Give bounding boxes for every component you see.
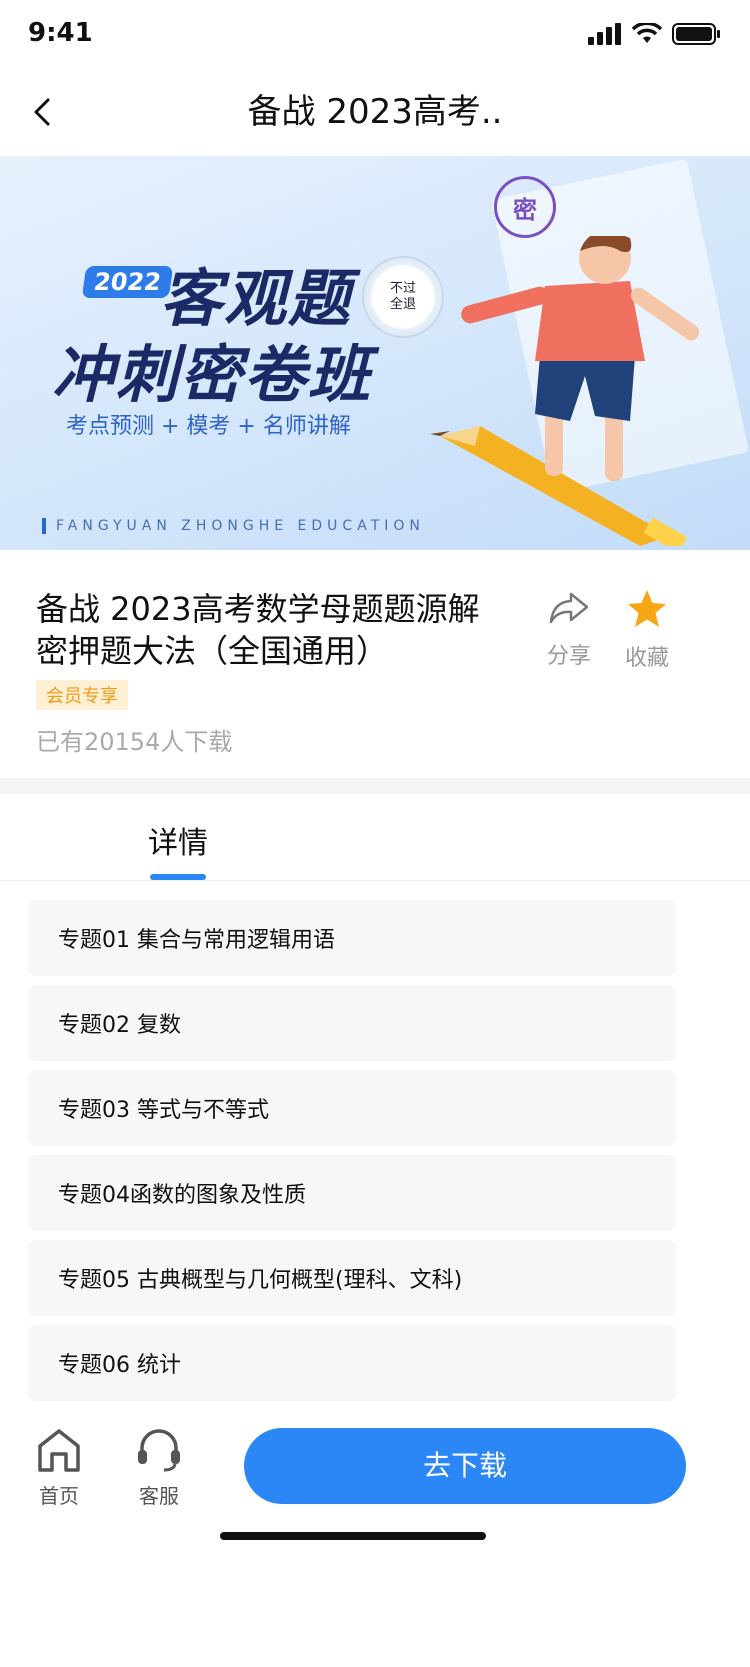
star-icon — [628, 590, 666, 627]
list-item[interactable]: 专题05 古典概型与几何概型(理科、文科) — [28, 1240, 676, 1316]
page-title: 备战 2023高考.. — [247, 92, 503, 132]
product-title: 备战 2023高考数学母题题源解密押题大法（全国通用） — [36, 590, 480, 670]
bottom-action-bar: 首页 客服 去下载 — [0, 1410, 750, 1667]
status-bar: 9:41 — [0, 0, 750, 70]
tab-active-indicator — [150, 874, 206, 880]
course-banner: 密 2022 客观题 冲刺密卷班 不过 全退 考点预测 + 模考 + 名师讲解 … — [0, 156, 750, 550]
banner-subtitle: 考点预测 + 模考 + 名师讲解 — [66, 414, 351, 439]
section-divider — [0, 778, 750, 794]
home-icon — [38, 1429, 80, 1472]
share-button[interactable]: 分享 — [534, 588, 604, 670]
product-info: 备战 2023高考数学母题题源解密押题大法（全国通用） 分享 收藏 会员专享 已… — [0, 550, 750, 778]
favorite-label: 收藏 — [624, 646, 669, 671]
list-item[interactable]: 专题01 集合与常用逻辑用语 — [28, 900, 676, 976]
tab-detail[interactable]: 详情 — [148, 818, 208, 862]
wifi-icon — [632, 23, 662, 43]
member-badge: 会员专享 — [36, 680, 128, 710]
banner-brand: FANGYUAN ZHONGHE EDUCATION — [42, 518, 425, 534]
download-button[interactable]: 去下载 — [244, 1428, 686, 1504]
home-tab-button[interactable]: 首页 — [24, 1426, 94, 1509]
nav-bar: 备战 2023高考.. — [0, 70, 750, 156]
status-time: 9:41 — [28, 18, 93, 48]
list-item[interactable]: 专题03 等式与不等式 — [28, 1070, 676, 1146]
banner-title-line2: 冲刺密卷班 — [52, 338, 373, 411]
seal-line2: 全退 — [389, 297, 416, 312]
home-indicator — [220, 1532, 486, 1540]
detail-tabs: 详情 — [0, 794, 750, 881]
status-icons — [588, 22, 722, 46]
list-item[interactable]: 专题02 复数 — [28, 985, 676, 1061]
headset-icon — [138, 1429, 180, 1472]
home-label: 首页 — [39, 1484, 79, 1508]
list-item[interactable]: 专题06 统计 — [28, 1325, 676, 1401]
signal-icon — [588, 23, 621, 45]
list-item[interactable]: 专题04函数的图象及性质 — [28, 1155, 676, 1231]
share-icon — [549, 592, 589, 624]
download-count: 已有20154人下载 — [36, 728, 233, 756]
secret-stamp: 密 — [494, 176, 556, 238]
surfing-student-illustration — [430, 236, 700, 546]
topic-list: 专题01 集合与常用逻辑用语 专题02 复数 专题03 等式与不等式 专题04函… — [28, 900, 676, 1410]
battery-icon — [672, 23, 720, 45]
favorite-button[interactable]: 收藏 — [612, 588, 682, 672]
service-label: 客服 — [139, 1484, 179, 1508]
share-label: 分享 — [546, 644, 591, 669]
seal-line1: 不过 — [389, 281, 416, 296]
customer-service-button[interactable]: 客服 — [124, 1426, 194, 1509]
